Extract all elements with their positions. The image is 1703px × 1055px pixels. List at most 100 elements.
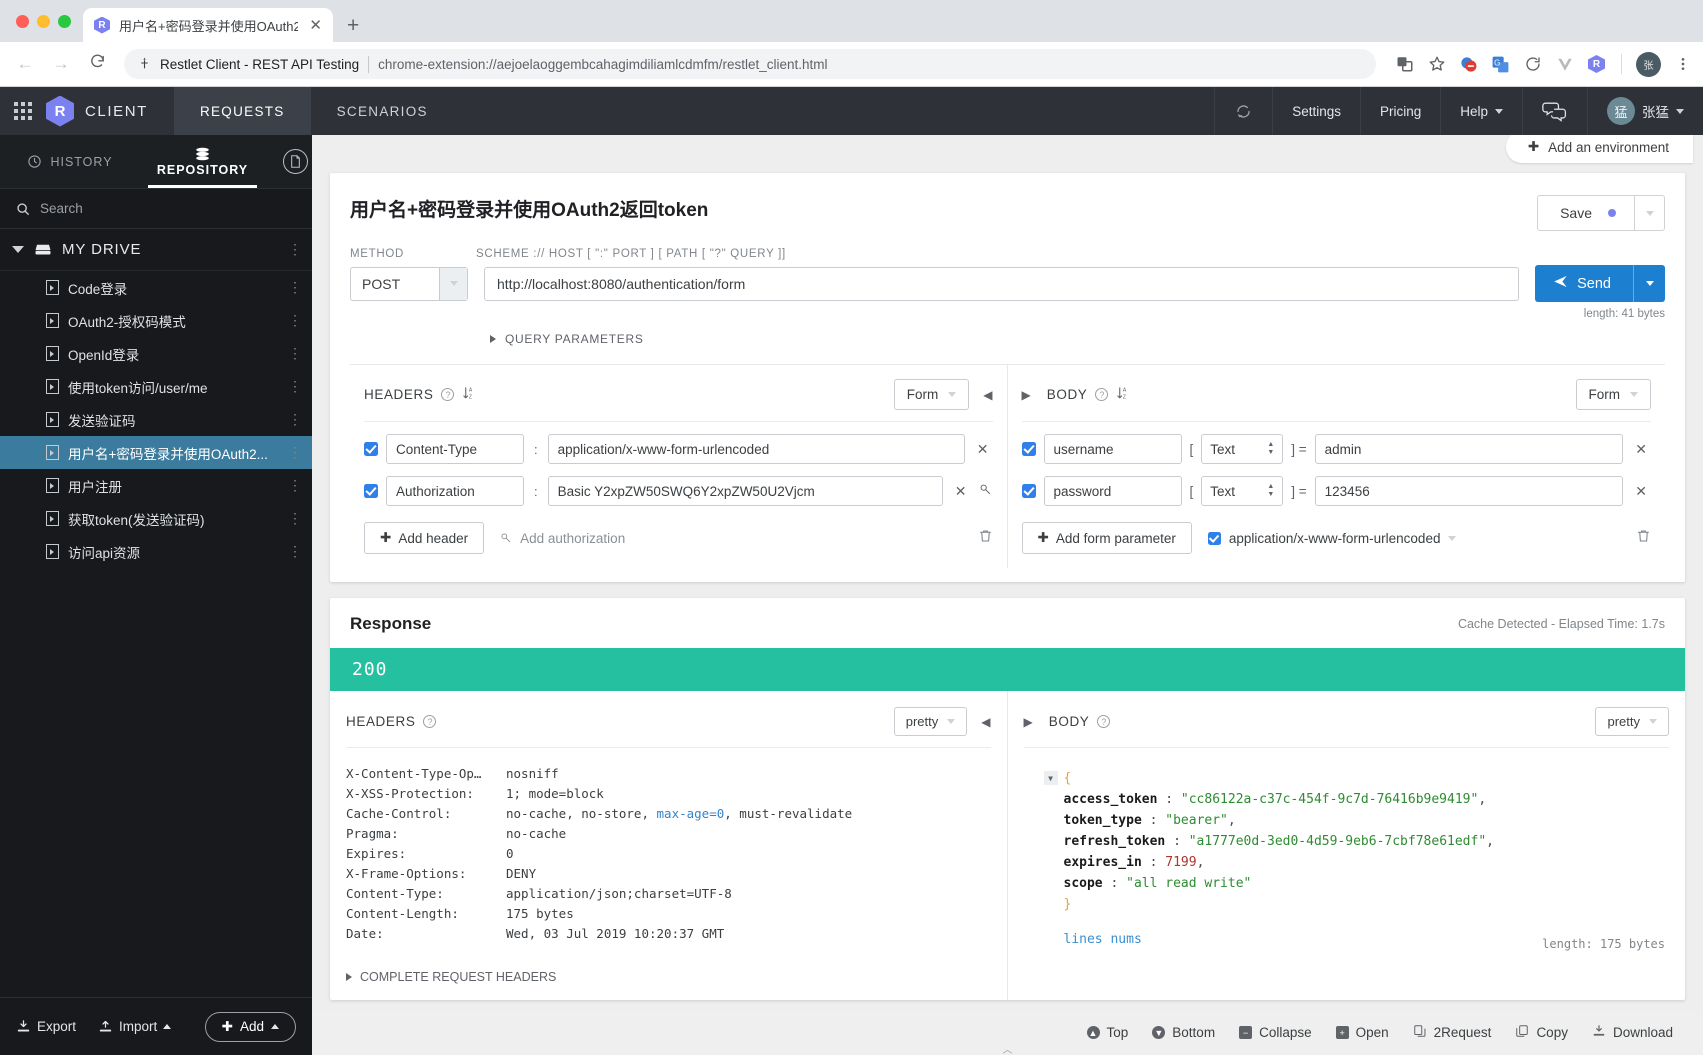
body-param-type-select[interactable]: Text ▲ ▼ xyxy=(1201,434,1284,464)
minimize-window-button[interactable] xyxy=(37,14,50,28)
scroll-bottom-button[interactable]: ▼ Bottom xyxy=(1152,1025,1215,1040)
list-item-options-icon[interactable]: ⋮ xyxy=(288,379,302,393)
header-enabled-checkbox[interactable] xyxy=(364,442,378,456)
add-environment-button[interactable]: ✚ Add an environment xyxy=(1505,135,1693,163)
sidebar-tab-documentation[interactable] xyxy=(265,135,312,188)
header-enabled-checkbox[interactable] xyxy=(364,484,378,498)
feedback-chat-button[interactable] xyxy=(1522,87,1587,135)
list-item-options-icon[interactable]: ⋮ xyxy=(288,478,302,492)
list-item[interactable]: 使用token访问/user/me ⋮ xyxy=(0,370,312,403)
list-item-selected[interactable]: 用户名+密码登录并使用OAuth2... ⋮ xyxy=(0,436,312,469)
headers-mode-select[interactable]: Form xyxy=(893,379,970,410)
list-item[interactable]: 获取token(发送验证码) ⋮ xyxy=(0,502,312,535)
list-item-options-icon[interactable]: ⋮ xyxy=(288,346,302,360)
response-headers-collapse-icon[interactable]: ◀ xyxy=(975,715,990,729)
body-encoding-select[interactable]: application/x-www-form-urlencoded xyxy=(1207,531,1457,546)
list-item-options-icon[interactable]: ⋮ xyxy=(288,412,302,426)
header-value-input[interactable]: Basic Y2xpZW50SWQ6Y2xpZW50U2Vjcm xyxy=(547,476,943,506)
add-button[interactable]: ✚ Add xyxy=(204,1011,296,1042)
close-window-button[interactable] xyxy=(16,14,29,28)
settings-link[interactable]: Settings xyxy=(1272,87,1360,135)
reload-icon[interactable] xyxy=(82,53,112,75)
stepper-icon[interactable]: ▲ ▼ xyxy=(1267,441,1274,456)
chevron-down-icon[interactable] xyxy=(12,246,24,253)
sidebar-tab-history[interactable]: HISTORY xyxy=(0,135,140,188)
list-item[interactable]: OAuth2-授权码模式 ⋮ xyxy=(0,304,312,337)
sync-button[interactable] xyxy=(1214,87,1272,135)
to-request-button[interactable]: 2Request xyxy=(1413,1024,1491,1041)
list-item[interactable]: 发送验证码 ⋮ xyxy=(0,403,312,436)
authorization-key-icon[interactable] xyxy=(979,483,993,500)
new-tab-button[interactable]: + xyxy=(333,14,371,42)
adblock-extension-icon[interactable] xyxy=(1458,54,1479,75)
remove-header-icon[interactable]: ✕ xyxy=(973,441,993,458)
export-button[interactable]: Export xyxy=(16,1019,76,1034)
translate-icon[interactable] xyxy=(1394,54,1415,75)
sort-az-icon[interactable]: AZ xyxy=(1116,386,1131,404)
add-authorization-button[interactable]: Add authorization xyxy=(500,531,625,546)
body-encoding-checkbox[interactable] xyxy=(1207,531,1221,545)
remove-body-param-icon[interactable]: ✕ xyxy=(1631,483,1651,500)
body-param-type-select[interactable]: Text ▲ ▼ xyxy=(1201,476,1284,506)
add-form-parameter-button[interactable]: ✚ Add form parameter xyxy=(1021,522,1192,554)
remove-header-icon[interactable]: ✕ xyxy=(951,483,971,500)
sidebar-tab-repository[interactable]: REPOSITORY xyxy=(140,135,265,188)
tab-scenarios[interactable]: SCENARIOS xyxy=(311,87,454,135)
list-item[interactable]: Code登录 ⋮ xyxy=(0,271,312,304)
body-mode-select[interactable]: Form xyxy=(1575,379,1651,410)
user-menu[interactable]: 猛 张猛 xyxy=(1587,87,1703,135)
tab-requests[interactable]: REQUESTS xyxy=(173,87,311,135)
save-button-group[interactable]: Save xyxy=(1537,195,1665,231)
header-key-input[interactable]: Authorization xyxy=(386,476,524,506)
search-input[interactable]: Search xyxy=(0,189,312,229)
body-expand-icon[interactable]: ▶ xyxy=(1022,388,1039,402)
send-button-group[interactable]: Send xyxy=(1535,265,1665,302)
body-param-value-input[interactable]: 123456 xyxy=(1314,476,1624,506)
forward-icon[interactable]: → xyxy=(46,54,76,74)
app-brand[interactable]: R CLIENT xyxy=(46,87,174,135)
list-item-options-icon[interactable]: ⋮ xyxy=(288,544,302,558)
browser-profile-avatar[interactable]: 张 xyxy=(1636,51,1661,77)
help-icon[interactable]: ? xyxy=(1097,715,1111,728)
body-param-enabled-checkbox[interactable] xyxy=(1021,484,1036,498)
help-icon[interactable]: ? xyxy=(1095,388,1109,401)
body-param-key-input[interactable]: username xyxy=(1043,434,1182,464)
help-icon[interactable]: ? xyxy=(441,388,455,401)
download-button[interactable]: Download xyxy=(1592,1024,1673,1041)
header-key-input[interactable]: Content-Type xyxy=(386,434,524,464)
maximize-window-button[interactable] xyxy=(58,14,71,28)
collapse-button[interactable]: − Collapse xyxy=(1239,1025,1312,1040)
bookmark-star-icon[interactable] xyxy=(1426,54,1447,75)
chevron-down-icon[interactable] xyxy=(439,267,467,300)
list-item[interactable]: OpenId登录 ⋮ xyxy=(0,337,312,370)
list-item[interactable]: 访问api资源 ⋮ xyxy=(0,535,312,568)
url-input[interactable]: http://localhost:8080/authentication/for… xyxy=(484,266,1520,301)
delete-all-body-params-icon[interactable] xyxy=(1636,528,1651,548)
list-item-options-icon[interactable]: ⋮ xyxy=(288,445,302,459)
apps-grid-icon[interactable] xyxy=(0,87,46,135)
add-header-button[interactable]: ✚ Add header xyxy=(364,522,485,554)
open-button[interactable]: + Open xyxy=(1335,1025,1389,1040)
restlet-extension-icon[interactable]: R xyxy=(1586,54,1607,75)
import-button[interactable]: Import xyxy=(98,1019,172,1034)
delete-all-headers-icon[interactable] xyxy=(978,528,993,548)
window-controls[interactable] xyxy=(10,0,83,42)
scroll-top-button[interactable]: ▲ Top xyxy=(1086,1025,1128,1040)
chrome-menu-icon[interactable] xyxy=(1672,54,1693,75)
help-menu[interactable]: Help xyxy=(1440,87,1522,135)
address-bar[interactable]: Restlet Client - REST API Testing chrome… xyxy=(124,49,1376,79)
panel-resize-handle[interactable]: ︿ xyxy=(312,1041,1703,1055)
help-icon[interactable]: ? xyxy=(423,715,437,728)
headers-collapse-icon[interactable]: ◀ xyxy=(977,388,992,402)
send-button[interactable]: Send xyxy=(1535,265,1633,302)
response-body-format-select[interactable]: pretty xyxy=(1595,707,1669,736)
list-item-options-icon[interactable]: ⋮ xyxy=(288,511,302,525)
send-dropdown-button[interactable] xyxy=(1633,265,1665,302)
body-param-enabled-checkbox[interactable] xyxy=(1021,442,1036,456)
drive-row[interactable]: MY DRIVE ⋮ xyxy=(0,229,312,271)
body-param-key-input[interactable]: password xyxy=(1043,476,1182,506)
complete-request-headers-toggle[interactable]: COMPLETE REQUEST HEADERS xyxy=(346,970,991,1000)
stepper-icon[interactable]: ▲ ▼ xyxy=(1267,483,1274,498)
browser-tab[interactable]: R 用户名+密码登录并使用OAuth2 ✕ xyxy=(83,8,333,42)
google-translate-extension-icon[interactable]: G xyxy=(1490,54,1511,75)
